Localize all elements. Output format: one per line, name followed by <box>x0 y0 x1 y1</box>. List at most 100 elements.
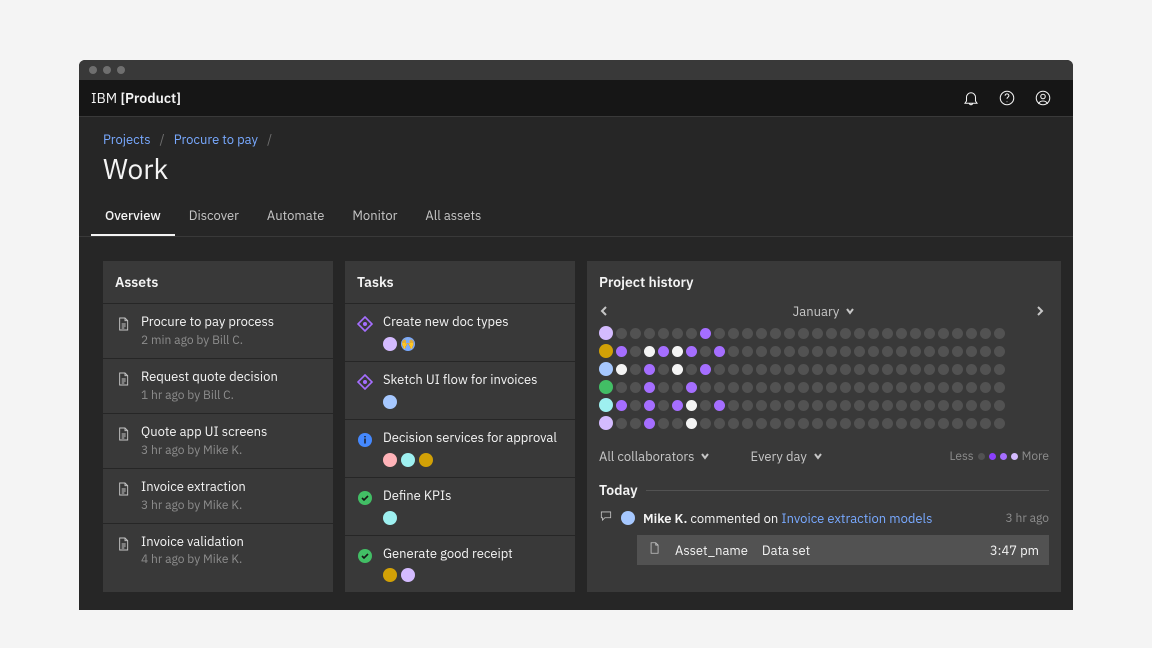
heatmap-cell[interactable] <box>980 346 991 357</box>
heatmap-cell[interactable] <box>630 400 641 411</box>
heatmap-cell[interactable] <box>910 400 921 411</box>
heatmap-cell[interactable] <box>924 328 935 339</box>
heatmap-cell[interactable] <box>924 364 935 375</box>
heatmap-cell[interactable] <box>700 382 711 393</box>
heatmap-cell[interactable] <box>644 364 655 375</box>
heatmap-cell[interactable] <box>840 328 851 339</box>
heatmap-cell[interactable] <box>742 382 753 393</box>
heatmap-cell[interactable] <box>854 382 865 393</box>
heatmap-cell[interactable] <box>910 364 921 375</box>
heatmap-cell[interactable] <box>854 364 865 375</box>
tab-overview[interactable]: Overview <box>91 197 175 236</box>
heatmap-cell[interactable] <box>728 418 739 429</box>
heatmap-cell[interactable] <box>812 364 823 375</box>
heatmap-cell[interactable] <box>924 346 935 357</box>
heatmap-cell[interactable] <box>784 418 795 429</box>
heatmap-cell[interactable] <box>672 346 683 357</box>
heatmap-cell[interactable] <box>938 364 949 375</box>
heatmap-cell[interactable] <box>854 400 865 411</box>
heatmap-cell[interactable] <box>672 364 683 375</box>
account-icon[interactable] <box>1025 80 1061 116</box>
heatmap-cell[interactable] <box>686 382 697 393</box>
heatmap-cell[interactable] <box>700 328 711 339</box>
heatmap-cell[interactable] <box>630 418 641 429</box>
heatmap-cell[interactable] <box>644 400 655 411</box>
asset-row[interactable]: Request quote decision 1 hr ago by Bill … <box>103 358 333 413</box>
heatmap-cell[interactable] <box>980 364 991 375</box>
heatmap-cell[interactable] <box>868 346 879 357</box>
heatmap-cell[interactable] <box>784 400 795 411</box>
heatmap-cell[interactable] <box>840 400 851 411</box>
heatmap-cell[interactable] <box>616 382 627 393</box>
tab-all-assets[interactable]: All assets <box>411 197 495 236</box>
heatmap-cell[interactable] <box>952 346 963 357</box>
heatmap-cell[interactable] <box>980 400 991 411</box>
heatmap-cell[interactable] <box>672 400 683 411</box>
heatmap-cell[interactable] <box>770 346 781 357</box>
heatmap-cell[interactable] <box>728 328 739 339</box>
heatmap-cell[interactable] <box>812 328 823 339</box>
heatmap-cell[interactable] <box>728 400 739 411</box>
heatmap-cell[interactable] <box>686 364 697 375</box>
heatmap-cell[interactable] <box>994 346 1005 357</box>
heatmap-cell[interactable] <box>938 382 949 393</box>
heatmap-cell[interactable] <box>854 328 865 339</box>
heatmap-cell[interactable] <box>910 382 921 393</box>
heatmap-cell[interactable] <box>896 364 907 375</box>
heatmap-cell[interactable] <box>616 400 627 411</box>
heatmap-cell[interactable] <box>700 364 711 375</box>
heatmap-cell[interactable] <box>938 418 949 429</box>
heatmap-cell[interactable] <box>910 346 921 357</box>
heatmap-cell[interactable] <box>770 400 781 411</box>
heatmap-cell[interactable] <box>686 418 697 429</box>
task-row[interactable]: Decision services for approval <box>345 419 575 477</box>
heatmap-cell[interactable] <box>658 418 669 429</box>
heatmap-cell[interactable] <box>770 364 781 375</box>
heatmap-cell[interactable] <box>896 346 907 357</box>
heatmap-cell[interactable] <box>826 400 837 411</box>
heatmap-cell[interactable] <box>826 328 837 339</box>
heatmap-cell[interactable] <box>784 328 795 339</box>
heatmap-cell[interactable] <box>938 328 949 339</box>
heatmap-cell[interactable] <box>994 328 1005 339</box>
heatmap-cell[interactable] <box>756 382 767 393</box>
heatmap-cell[interactable] <box>826 346 837 357</box>
heatmap-cell[interactable] <box>798 400 809 411</box>
heatmap-cell[interactable] <box>854 346 865 357</box>
heatmap-cell[interactable] <box>644 328 655 339</box>
heatmap-cell[interactable] <box>658 364 669 375</box>
heatmap-cell[interactable] <box>966 382 977 393</box>
heatmap-cell[interactable] <box>924 382 935 393</box>
heatmap-cell[interactable] <box>756 400 767 411</box>
heatmap-cell[interactable] <box>686 346 697 357</box>
heatmap-cell[interactable] <box>686 400 697 411</box>
heatmap-cell[interactable] <box>952 328 963 339</box>
heatmap-cell[interactable] <box>756 364 767 375</box>
heatmap-cell[interactable] <box>966 400 977 411</box>
heatmap-cell[interactable] <box>966 364 977 375</box>
heatmap-cell[interactable] <box>714 328 725 339</box>
heatmap-cell[interactable] <box>658 382 669 393</box>
heatmap-cell[interactable] <box>910 328 921 339</box>
heatmap-cell[interactable] <box>616 328 627 339</box>
heatmap-cell[interactable] <box>980 418 991 429</box>
heatmap-cell[interactable] <box>868 328 879 339</box>
heatmap-cell[interactable] <box>896 418 907 429</box>
heatmap-cell[interactable] <box>672 328 683 339</box>
heatmap-cell[interactable] <box>868 382 879 393</box>
next-month[interactable] <box>1035 303 1049 320</box>
heatmap-cell[interactable] <box>952 418 963 429</box>
heatmap-cell[interactable] <box>658 400 669 411</box>
prev-month[interactable] <box>599 303 613 320</box>
heatmap-cell[interactable] <box>714 346 725 357</box>
heatmap-cell[interactable] <box>882 400 893 411</box>
heatmap-cell[interactable] <box>882 328 893 339</box>
heatmap-cell[interactable] <box>700 346 711 357</box>
heatmap-cell[interactable] <box>728 364 739 375</box>
heatmap-cell[interactable] <box>700 400 711 411</box>
heatmap-cell[interactable] <box>868 418 879 429</box>
heatmap-cell[interactable] <box>882 382 893 393</box>
heatmap-cell[interactable] <box>630 364 641 375</box>
heatmap-cell[interactable] <box>854 418 865 429</box>
heatmap-cell[interactable] <box>966 418 977 429</box>
